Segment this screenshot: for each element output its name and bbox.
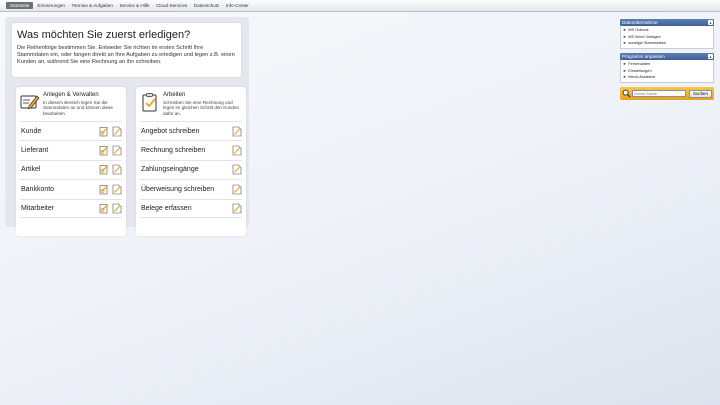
row-angebot-schreiben[interactable]: Angebot schreiben [140,121,242,140]
clipboard-check-icon [142,93,157,112]
link-sonstige-stammdaten[interactable]: ► sonstige Stammdaten [623,40,713,47]
create-manage-desc: In diesem Bereich legen Sie die Stammdat… [43,99,113,116]
data-import-header[interactable]: Datenübernahme ▴ [620,19,714,26]
link-label: MS Word Vorlagen [628,33,661,39]
edit-document-icon[interactable] [232,184,242,195]
edit-document-icon[interactable] [232,126,242,137]
new-record-icon[interactable] [99,126,109,137]
row-label: Angebot schreiben [141,127,200,135]
row-label: Mitarbeiter [21,204,55,212]
arrow-right-icon: ► [623,62,627,66]
nav-termine-aufgaben[interactable]: Termine & Aufgaben [70,3,115,8]
nav-erinnerungen[interactable]: Erinnerungen [35,3,67,8]
arrow-right-icon: ► [623,75,627,79]
customize-program-header[interactable]: Programm anpassen ▴ [620,53,714,60]
edit-document-icon[interactable] [112,203,122,214]
row-label: Überweisung schreiben [141,185,215,193]
intro-text: Die Reihenfolge bestimmen Sie. Entweder … [17,45,235,65]
edit-document-icon[interactable] [112,184,122,195]
arrow-right-icon: ► [623,34,627,39]
link-menue-assistent[interactable]: ► Menü-Assistent [623,74,713,81]
row-label: Rechnung schreiben [141,147,206,155]
row-lieferant[interactable]: Lieferant [20,140,122,159]
collapse-icon[interactable]: ▴ [708,54,713,59]
new-record-icon[interactable] [99,203,109,214]
row-label: Artikel [21,166,41,174]
row-artikel[interactable]: Artikel [20,159,122,179]
link-label: Einstellungen [628,67,652,73]
intro-card: Was möchten Sie zuerst erledigen? Die Re… [12,23,241,77]
new-record-icon[interactable] [99,164,109,175]
work-title: Arbeiten [163,92,186,98]
row-label: Belege erfassen [141,204,192,212]
row-belege-erfassen[interactable]: Belege erfassen [140,198,242,218]
row-ueberweisung-schreiben[interactable]: Überweisung schreiben [140,179,242,198]
arrow-right-icon: ► [623,28,627,32]
edit-document-icon[interactable] [232,145,242,156]
row-label: Zahlungseingänge [141,166,199,174]
create-manage-header: Anlegen & Verwalten In diesem Bereich le… [16,87,126,121]
nav-info-center[interactable]: Info-Center [224,3,251,8]
row-zahlungseingaenge[interactable]: Zahlungseingänge [140,159,242,179]
search-input[interactable] [632,90,686,97]
edit-card-icon [20,95,40,109]
link-label: Firmendaten [628,61,651,66]
work-desc: Schreiben Sie eine Rechnung und legen im… [163,99,240,116]
arrow-right-icon: ► [623,68,627,73]
customize-program-links: ► Firmendaten ► Einstellungen ► Menü-Assist… [620,60,714,83]
top-navigation: Startseite Erinnerungen · Termine & Aufg… [0,0,720,12]
row-mitarbeiter[interactable]: Mitarbeiter [20,198,122,218]
search-icon [622,89,631,98]
page-title: Was möchten Sie zuerst erledigen? [17,29,191,41]
nav-cloud-services[interactable]: Cloud-Services [154,3,189,8]
row-label: Kunde [21,127,42,135]
data-import-title: Datenübernahme [622,20,658,25]
arrow-right-icon: ► [623,41,627,45]
link-label: sonstige Stammdaten [628,40,666,45]
row-kunde[interactable]: Kunde [20,121,122,140]
link-label: Menü-Assistent [628,74,656,79]
work-card: Arbeiten Schreiben Sie eine Rechnung und… [136,87,246,236]
row-rechnung-schreiben[interactable]: Rechnung schreiben [140,140,242,159]
nav-datenschutz[interactable]: Datenschutz [192,3,222,8]
row-bankkonto[interactable]: Bankkonto [20,179,122,198]
online-search-box: Suchen [620,87,714,100]
edit-document-icon[interactable] [112,145,122,156]
nav-service-hilfe[interactable]: Service & Hilfe [117,3,151,8]
main-panel: Was möchten Sie zuerst erledigen? Die Re… [5,17,249,236]
new-record-icon[interactable] [99,184,109,195]
work-header: Arbeiten Schreiben Sie eine Rechnung und… [136,87,246,121]
create-manage-title: Anlegen & Verwalten [43,92,99,98]
search-button[interactable]: Suchen [689,89,712,98]
data-import-box: Datenübernahme ▴ ► MS Outlook ► MS Word Vo… [620,19,714,49]
edit-document-icon[interactable] [112,126,122,137]
row-label: Bankkonto [21,185,55,193]
create-manage-card: Anlegen & Verwalten In diesem Bereich le… [16,87,126,236]
edit-document-icon[interactable] [232,203,242,214]
new-record-icon[interactable] [99,145,109,156]
edit-document-icon[interactable] [112,164,122,175]
nav-startseite[interactable]: Startseite [6,2,34,9]
customize-program-box: Programm anpassen ▴ ► Firmendaten ► Einste… [620,53,714,83]
customize-program-title: Programm anpassen [622,54,665,59]
data-import-links: ► MS Outlook ► MS Word Vorlagen ► sonstige … [620,26,714,49]
link-label: MS Outlook [628,27,649,32]
collapse-icon[interactable]: ▴ [708,20,713,25]
edit-document-icon[interactable] [232,164,242,175]
row-label: Lieferant [21,147,49,155]
